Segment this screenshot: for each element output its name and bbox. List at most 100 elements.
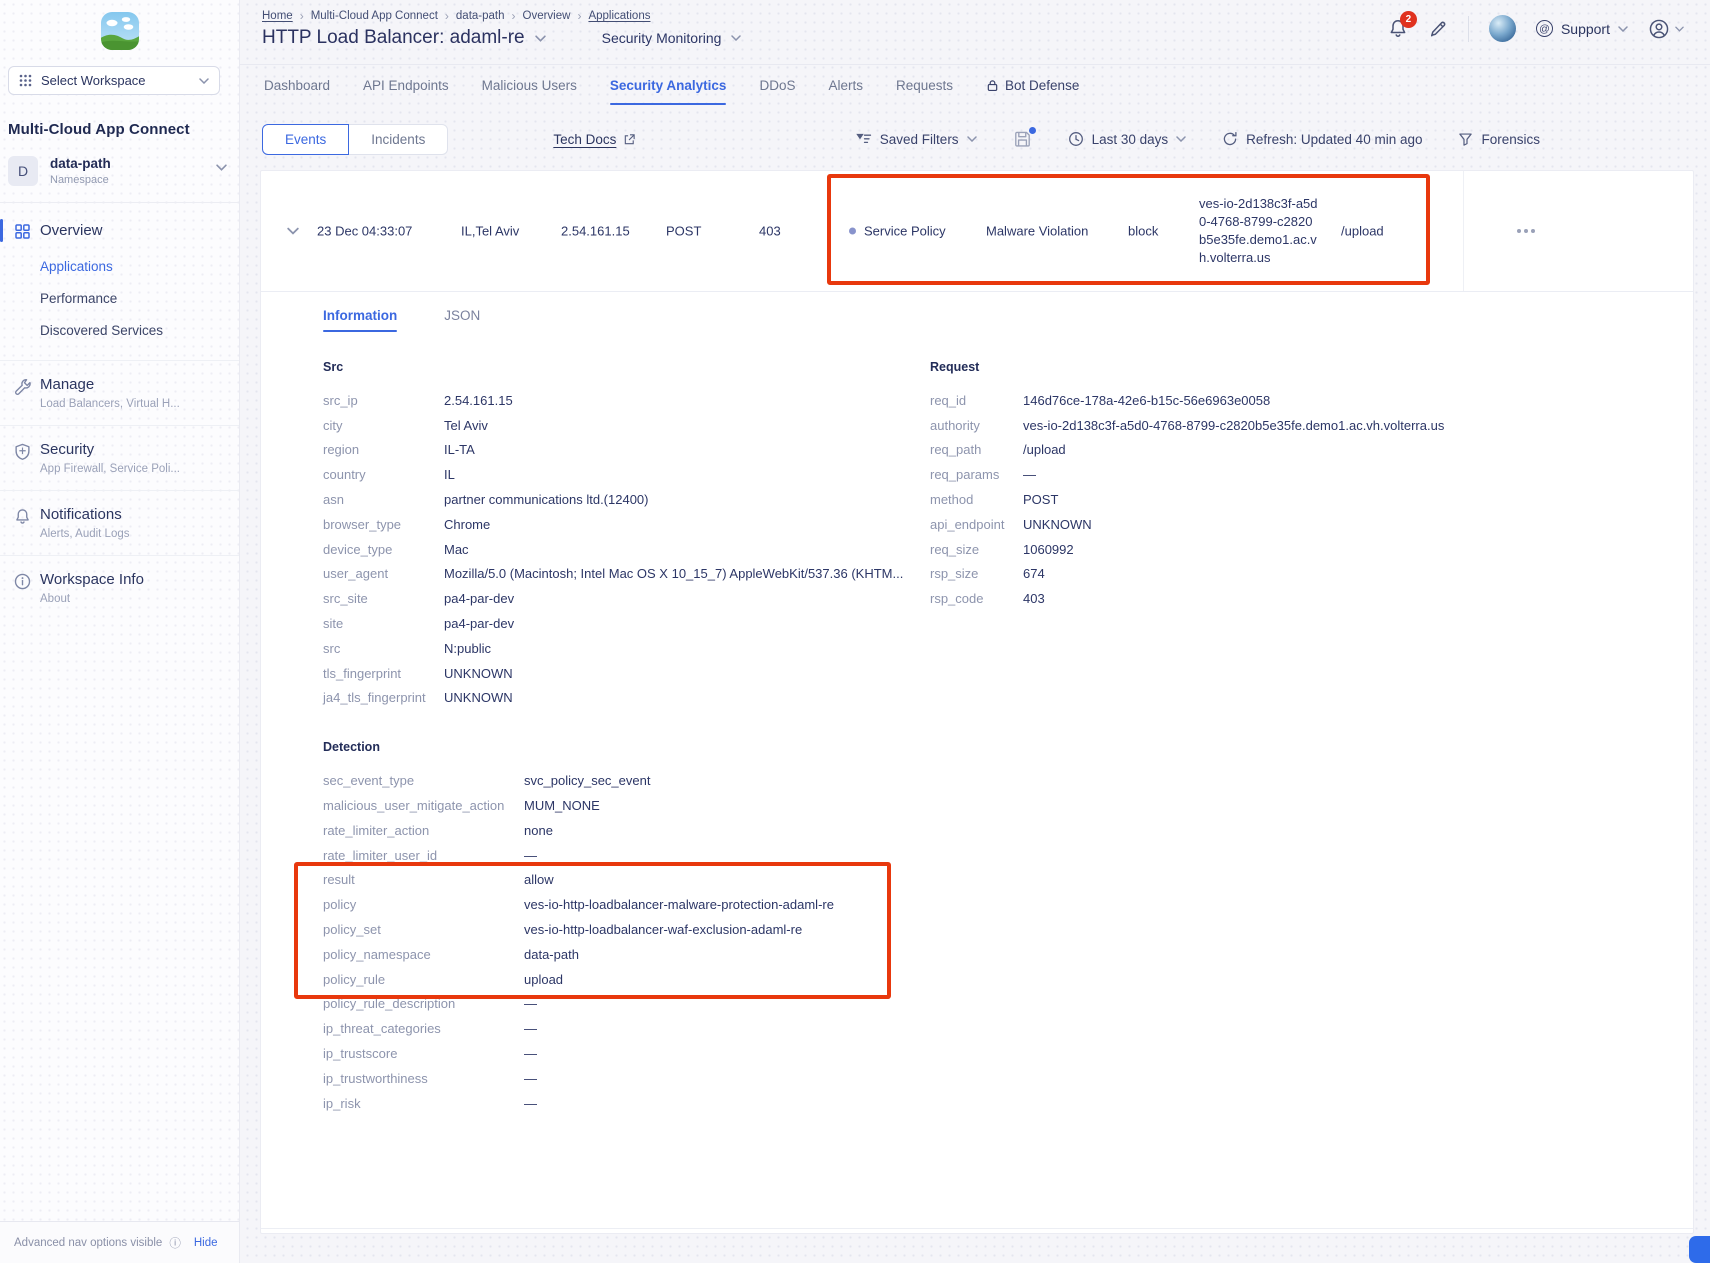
- sidebar-footer: Advanced nav options visible ⓘ Hide: [0, 1221, 239, 1263]
- field-row: browser_type Chrome: [323, 512, 930, 537]
- field-row: policy_rule upload: [323, 967, 1693, 992]
- workspace-title: Multi-Cloud App Connect: [8, 121, 231, 138]
- field-value: POST: [1023, 492, 1058, 507]
- field-row: ja4_tls_fingerprint UNKNOWN: [323, 686, 930, 711]
- event-req-path: /upload: [1341, 224, 1384, 239]
- workspace-info-label: Workspace Info: [40, 571, 239, 588]
- breadcrumb-workspace[interactable]: Multi-Cloud App Connect: [311, 10, 438, 22]
- user-menu[interactable]: [1648, 18, 1684, 40]
- field-key: authority: [930, 418, 1023, 433]
- chevron-down-icon[interactable]: [535, 35, 546, 42]
- tab-json[interactable]: JSON: [444, 308, 480, 332]
- events-panel: 23 Dec 04:33:07 IL,Tel Aviv 2.54.161.15 …: [260, 170, 1694, 1234]
- field-value: IL: [444, 467, 455, 482]
- field-key: ja4_tls_fingerprint: [323, 690, 444, 705]
- tab-ddos[interactable]: DDoS: [759, 78, 795, 105]
- event-type: Service Policy: [849, 224, 946, 239]
- tab-bar: Dashboard API Endpoints Malicious Users …: [264, 78, 1079, 105]
- info-icon[interactable]: ⓘ: [169, 1235, 181, 1251]
- tab-bot-defense-label: Bot Defense: [1005, 78, 1079, 93]
- field-row: api_endpoint UNKNOWN: [930, 512, 1693, 537]
- tab-security-analytics[interactable]: Security Analytics: [610, 78, 727, 105]
- breadcrumb-home[interactable]: Home: [262, 10, 293, 22]
- tab-api-endpoints[interactable]: API Endpoints: [363, 78, 449, 105]
- bell-icon: [14, 508, 31, 525]
- divider: [1463, 171, 1464, 291]
- external-link-icon: [623, 133, 636, 146]
- support-menu[interactable]: @ Support: [1536, 20, 1628, 37]
- saved-filters-label: Saved Filters: [880, 132, 959, 147]
- expand-chevron-icon[interactable]: [287, 227, 299, 235]
- sidebar-item-manage[interactable]: Manage Load Balancers, Virtual H...: [0, 360, 239, 425]
- funnel-icon: [1458, 132, 1473, 147]
- forensics-button[interactable]: Forensics: [1458, 132, 1540, 147]
- event-row[interactable]: 23 Dec 04:33:07 IL,Tel Aviv 2.54.161.15 …: [261, 171, 1693, 291]
- tab-dashboard[interactable]: Dashboard: [264, 78, 330, 105]
- wrench-icon: [14, 378, 31, 395]
- src-section-title: Src: [323, 360, 930, 374]
- field-row: city Tel Aviv: [323, 413, 930, 438]
- sidebar-item-discovered-services[interactable]: Discovered Services: [0, 323, 239, 338]
- field-value: —: [524, 1071, 537, 1086]
- overview-grid-icon: [15, 224, 30, 239]
- events-incidents-toggle: Events Incidents: [262, 124, 448, 155]
- tenant-avatar[interactable]: [1489, 15, 1516, 42]
- clock-icon: [1068, 131, 1084, 147]
- pen-button[interactable]: [1428, 19, 1448, 39]
- breadcrumb-namespace[interactable]: data-path: [456, 10, 505, 22]
- overview-label: Overview: [40, 222, 103, 239]
- field-value: —: [524, 996, 537, 1011]
- saved-filters-dropdown[interactable]: Saved Filters: [856, 132, 977, 147]
- support-label: Support: [1561, 21, 1610, 37]
- event-location: IL,Tel Aviv: [461, 224, 519, 239]
- field-value: Mac: [444, 542, 469, 557]
- events-toggle-button[interactable]: Events: [262, 124, 349, 155]
- save-filter-button[interactable]: [1013, 130, 1032, 149]
- field-row: src N:public: [323, 636, 930, 661]
- tab-information[interactable]: Information: [323, 308, 397, 332]
- breadcrumb-overview[interactable]: Overview: [523, 10, 571, 22]
- field-value: pa4-par-dev: [444, 591, 514, 606]
- notifications-bell-button[interactable]: 2: [1388, 18, 1408, 39]
- field-key: policy_namespace: [323, 947, 524, 962]
- field-key: req_size: [930, 542, 1023, 557]
- sidebar-item-overview[interactable]: Overview: [0, 217, 239, 242]
- sidebar-item-performance[interactable]: Performance: [0, 291, 239, 306]
- select-workspace-label: Select Workspace: [41, 73, 190, 88]
- monitoring-dropdown[interactable]: Security Monitoring: [602, 30, 742, 46]
- field-key: policy_set: [323, 922, 524, 937]
- row-more-menu-icon[interactable]: [1517, 229, 1535, 233]
- event-src-ip: 2.54.161.15: [561, 224, 630, 239]
- namespace-selector[interactable]: D data-path Namespace: [8, 156, 231, 186]
- refresh-button[interactable]: Refresh: Updated 40 min ago: [1222, 131, 1422, 147]
- field-value: Mozilla/5.0 (Macintosh; Intel Mac OS X 1…: [444, 566, 903, 581]
- field-row: policy_rule_description —: [323, 992, 1693, 1017]
- forensics-label: Forensics: [1481, 132, 1540, 147]
- hide-link[interactable]: Hide: [194, 1237, 218, 1249]
- breadcrumb-applications[interactable]: Applications: [588, 10, 650, 22]
- incidents-toggle-button[interactable]: Incidents: [349, 124, 448, 155]
- time-range-dropdown[interactable]: Last 30 days: [1068, 131, 1187, 147]
- chat-widget[interactable]: [1689, 1236, 1710, 1263]
- field-row: asn partner communications ltd.(12400): [323, 487, 930, 512]
- monitoring-label: Security Monitoring: [602, 30, 722, 46]
- sidebar-item-security[interactable]: Security App Firewall, Service Poli...: [0, 425, 239, 490]
- tab-alerts[interactable]: Alerts: [828, 78, 863, 105]
- field-value: none: [524, 823, 553, 838]
- sidebar-item-applications[interactable]: Applications: [0, 259, 239, 274]
- tech-docs-link[interactable]: Tech Docs: [553, 132, 636, 147]
- notifications-sublabel: Alerts, Audit Logs: [40, 528, 239, 540]
- field-value: —: [524, 1096, 537, 1111]
- select-workspace-button[interactable]: Select Workspace: [8, 66, 220, 95]
- sidebar-item-notifications[interactable]: Notifications Alerts, Audit Logs: [0, 490, 239, 555]
- tab-bot-defense[interactable]: Bot Defense: [986, 78, 1079, 105]
- field-key: req_path: [930, 442, 1023, 457]
- tab-requests[interactable]: Requests: [896, 78, 953, 105]
- tab-malicious-users[interactable]: Malicious Users: [482, 78, 577, 105]
- field-row: policy_set ves-io-http-loadbalancer-waf-…: [323, 917, 1693, 942]
- sidebar-item-workspace-info[interactable]: Workspace Info About: [0, 555, 239, 620]
- field-key: region: [323, 442, 444, 457]
- field-value: Chrome: [444, 517, 490, 532]
- field-row: req_path /upload: [930, 438, 1693, 463]
- field-key: rate_limiter_action: [323, 823, 524, 838]
